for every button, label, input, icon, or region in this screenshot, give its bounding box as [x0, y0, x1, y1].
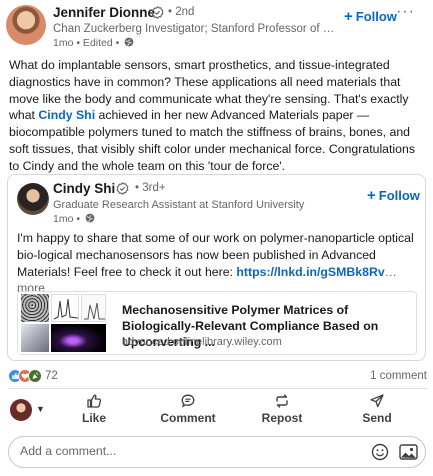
connection-degree: • 2nd: [168, 6, 195, 18]
repost-label: Repost: [261, 411, 303, 425]
globe-icon: [85, 213, 95, 223]
like-button[interactable]: Like: [56, 393, 132, 427]
globe-icon: [124, 37, 134, 47]
verified-icon: [151, 6, 164, 19]
comment-icon: [181, 394, 195, 408]
link-preview-thumbnail: [18, 292, 108, 354]
post-body: What do implantable sensors, smart prost…: [9, 57, 427, 175]
emoji-icon[interactable]: [371, 443, 389, 461]
plus-icon: +: [344, 8, 353, 25]
author-name[interactable]: Jennifer Dionne: [53, 5, 155, 20]
link-preview-card[interactable]: Mechanosensitive Polymer Matrices of Bio…: [17, 291, 417, 355]
reaction-icons[interactable]: [8, 369, 42, 383]
link-preview-domain: advanced.onlinelibrary.wiley.com: [122, 336, 282, 348]
send-button[interactable]: Send: [339, 393, 415, 427]
comment-box[interactable]: [8, 436, 426, 468]
celebrate-icon: [28, 369, 42, 383]
send-icon: [370, 394, 384, 408]
shared-post-meta: 1mo •: [53, 213, 95, 225]
image-icon[interactable]: [399, 443, 418, 461]
post-meta: 1mo • Edited •: [53, 37, 134, 49]
comment-button[interactable]: Comment: [150, 393, 226, 427]
send-label: Send: [362, 411, 392, 425]
divider: [8, 388, 427, 389]
repost-button[interactable]: Repost: [244, 393, 320, 427]
shared-author-name[interactable]: Cindy Shi: [53, 181, 115, 196]
shared-post-card[interactable]: Cindy Shi • 3rd+ Graduate Research Assis…: [7, 174, 426, 361]
verified-icon: [116, 182, 129, 195]
comment-count[interactable]: 1 comment: [370, 370, 427, 382]
reaction-count[interactable]: 72: [45, 370, 58, 382]
follow-button[interactable]: + Follow: [344, 8, 397, 25]
shared-author-avatar[interactable]: [17, 183, 49, 215]
author-avatar[interactable]: [6, 5, 46, 45]
social-counts: 72 1 comment: [8, 369, 427, 385]
comment-label: Comment: [160, 411, 216, 425]
comment-input[interactable]: [20, 444, 350, 458]
reactor-avatar: [10, 399, 32, 421]
shared-post-time: 1mo •: [53, 213, 81, 225]
author-headline: Chan Zuckerberg Investigator; Stanford P…: [53, 23, 335, 35]
shared-post-body: I'm happy to share that some of our work…: [17, 230, 419, 297]
shared-connection-degree: • 3rd+: [135, 182, 166, 194]
more-options-button[interactable]: ···: [396, 3, 415, 21]
shared-author-headline: Graduate Research Assistant at Stanford …: [53, 199, 305, 211]
thumbs-up-icon: [87, 394, 102, 408]
action-bar: ▼ Like Comment Repost Send: [0, 390, 433, 428]
post-time: 1mo • Edited •: [53, 37, 120, 49]
shared-follow-label: Follow: [378, 188, 420, 203]
like-label: Like: [81, 411, 106, 425]
mention-link[interactable]: Cindy Shi: [38, 108, 95, 122]
reactor-switcher[interactable]: ▼: [10, 399, 46, 421]
post-header: Jennifer Dionne • 2nd Chan Zuckerberg In…: [0, 0, 433, 52]
follow-label: Follow: [355, 9, 397, 24]
caret-down-icon: ▼: [36, 404, 45, 414]
repost-icon: [276, 394, 288, 408]
plus-icon: +: [367, 187, 376, 204]
shared-follow-button[interactable]: + Follow: [367, 187, 420, 204]
shared-link[interactable]: https://lnkd.in/gSMBk8Rv: [236, 265, 384, 279]
